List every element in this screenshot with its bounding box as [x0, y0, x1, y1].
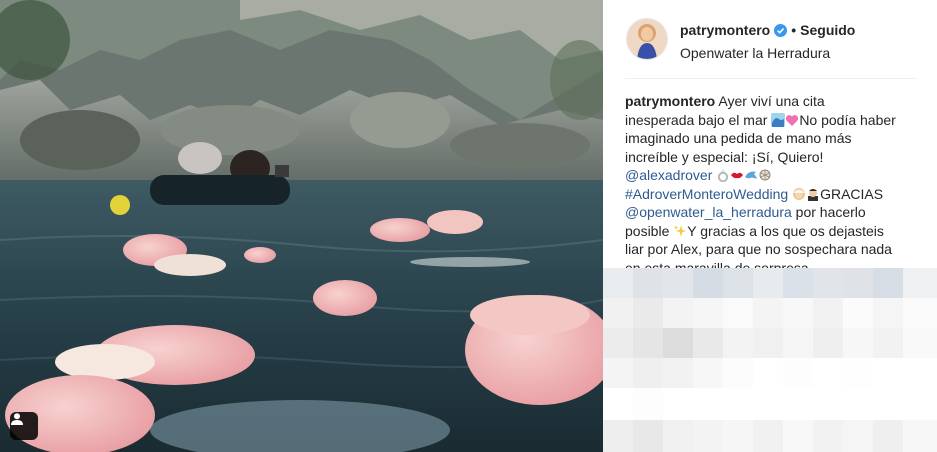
verified-badge-icon — [774, 23, 788, 37]
caption-text: por hacerlo — [795, 204, 866, 220]
post-photo[interactable] — [0, 0, 603, 452]
avatar-image — [627, 19, 667, 59]
caption-text: imaginado una pedida de mano más — [625, 130, 852, 146]
follow-state-button[interactable]: Seguido — [800, 22, 855, 38]
separator-dot: • — [791, 22, 797, 38]
photo-scene — [0, 0, 603, 452]
post-caption: patrymontero Ayer viví una cita inespera… — [625, 92, 921, 277]
caption-text: Y gracias a los que os dejasteis — [687, 222, 884, 239]
pink-heart-emoji-icon — [786, 114, 799, 126]
bride-emoji-icon — [793, 187, 806, 200]
caption-text: posible — [625, 222, 670, 239]
sparkles-emoji-icon — [673, 224, 687, 237]
location-link[interactable]: Openwater la Herradura — [680, 45, 830, 61]
ring-emoji-icon — [718, 169, 729, 182]
groom-emoji-icon — [808, 188, 819, 201]
post-sidebar: patrymontero • Seguido Openwater la Herr… — [603, 0, 937, 452]
avatar[interactable] — [626, 18, 668, 60]
censored-comments — [603, 268, 937, 452]
mention-link[interactable]: @alexadrover — [625, 167, 712, 183]
user-row: patrymontero • Seguido — [680, 22, 855, 38]
header-username[interactable]: patrymontero — [680, 22, 770, 38]
wave-emoji-icon — [771, 112, 786, 127]
caption-text: No podía haber — [799, 111, 896, 128]
caption-text: inesperada bajo el mar — [625, 111, 768, 128]
caption-text: Ayer viví una cita — [718, 93, 825, 109]
kiss-lips-emoji-icon — [731, 172, 744, 179]
hashtag-link[interactable]: #AdroverMonteroWedding — [625, 186, 788, 202]
post-header: patrymontero • Seguido Openwater la Herr… — [603, 0, 937, 78]
header-divider — [625, 78, 917, 79]
user-tag-icon — [11, 413, 23, 425]
caption-text: liar por Alex, para que no sospechara na… — [625, 241, 892, 257]
mention-link[interactable]: @openwater_la_herradura — [625, 204, 792, 220]
user-tag-button[interactable] — [10, 412, 38, 440]
shell-emoji-icon — [759, 169, 771, 181]
caption-username[interactable]: patrymontero — [625, 93, 715, 109]
dolphin-emoji-icon — [745, 171, 758, 179]
caption-text: GRACIAS — [820, 185, 884, 202]
caption-text: increíble y especial: ¡Sí, Quiero! — [625, 148, 824, 165]
